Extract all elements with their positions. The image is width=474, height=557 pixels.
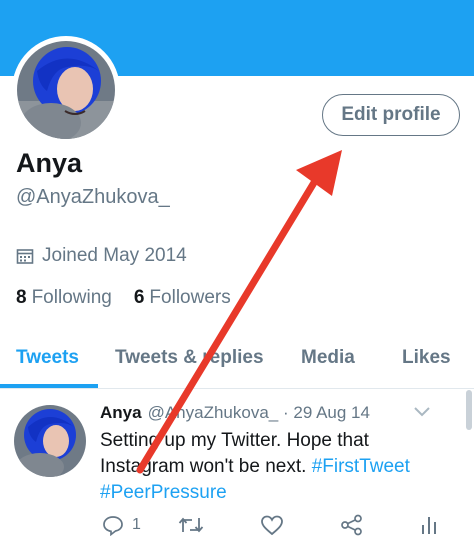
analytics-button[interactable]: [420, 514, 438, 536]
reply-count: 1: [132, 516, 141, 533]
avatar-image: [17, 41, 115, 139]
tweet-item[interactable]: Anya @AnyaZhukova_ · 29 Aug 14 Setting up…: [0, 390, 474, 557]
like-icon: [261, 515, 283, 536]
joined-text: Joined May 2014: [42, 245, 187, 266]
follow-stats: 8 Following 6 Followers: [16, 287, 231, 309]
chevron-down-icon[interactable]: [412, 404, 432, 418]
followers-link[interactable]: 6 Followers: [134, 287, 231, 309]
scrollbar[interactable]: [466, 390, 472, 430]
tweet-header: Anya @AnyaZhukova_ · 29 Aug 14: [100, 403, 370, 423]
share-button[interactable]: [340, 514, 364, 536]
tab-media[interactable]: Media: [301, 347, 355, 369]
tweet-avatar[interactable]: [14, 405, 86, 477]
tweet-date[interactable]: · 29 Aug 14: [283, 403, 370, 422]
reply-button[interactable]: 1: [102, 514, 141, 536]
calendar-icon: [16, 249, 34, 264]
share-icon: [341, 514, 362, 536]
analytics-icon: [422, 517, 436, 534]
tab-likes[interactable]: Likes: [402, 347, 451, 369]
followers-label: Followers: [149, 287, 231, 308]
hashtag-link[interactable]: #FirstTweet: [312, 456, 410, 477]
joined-date: Joined May 2014: [16, 245, 187, 267]
profile-avatar[interactable]: [12, 36, 120, 144]
tweet-text: Setting up my Twitter. Hope that Instagr…: [100, 428, 440, 506]
profile-name: Anya: [16, 148, 83, 178]
profile-handle: @AnyaZhukova_: [16, 186, 170, 208]
tweet-actions: 1: [100, 514, 460, 544]
reply-icon: [103, 516, 123, 536]
tweet-author-handle[interactable]: @AnyaZhukova_: [148, 403, 279, 422]
hashtag-link[interactable]: #PeerPressure: [100, 482, 227, 503]
retweet-button[interactable]: [178, 514, 204, 536]
profile-tabs: Tweets Tweets & replies Media Likes: [0, 335, 474, 389]
tweet-author-name[interactable]: Anya: [100, 403, 142, 422]
edit-profile-button[interactable]: Edit profile: [322, 94, 460, 136]
retweet-icon: [178, 517, 204, 533]
tab-tweets[interactable]: Tweets: [16, 347, 79, 369]
following-label: Following: [31, 287, 112, 308]
tab-tweets-replies[interactable]: Tweets & replies: [115, 347, 264, 369]
active-tab-indicator: [0, 384, 98, 388]
following-count: 8: [16, 287, 27, 308]
following-link[interactable]: 8 Following: [16, 287, 112, 309]
followers-count: 6: [133, 287, 145, 308]
like-button[interactable]: [260, 514, 284, 536]
